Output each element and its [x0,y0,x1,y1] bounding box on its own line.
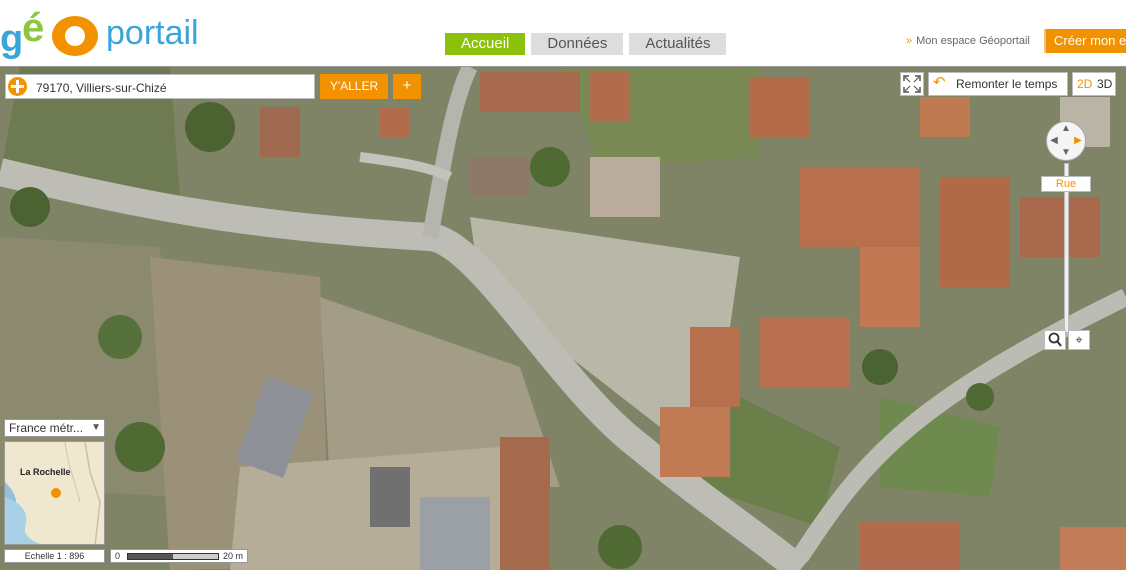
search-input[interactable] [34,77,308,98]
scale-bar-graphic [127,553,219,560]
tab-accueil[interactable]: Accueil [445,33,526,55]
remonter-temps-button[interactable]: ↶ Remonter le temps [928,72,1068,96]
expand-icon [903,75,921,93]
overview-city-label: La Rochelle [20,467,71,477]
scale-distance: 20 m [223,551,244,561]
territory-select[interactable]: France métr... ▼ [4,419,105,437]
overview-map[interactable]: La Rochelle [4,441,105,545]
search-box [5,74,315,99]
main-nav: Accueil Données Actualités [445,33,727,55]
undo-icon: ↶ [933,74,946,91]
geoportail-logo[interactable]: g é portail [0,4,220,60]
aerial-imagery [0,67,1126,570]
chevron-down-icon: ▼ [91,422,101,433]
view-2d-button[interactable]: 2D [1077,73,1092,95]
view-3d-button[interactable]: 3D [1097,73,1112,95]
mon-espace-label: Mon espace Géoportail [916,35,1030,47]
yaller-button[interactable]: Y'ALLER [320,74,388,99]
center-button[interactable]: ⌖ [1068,330,1090,350]
logo-part: portail [106,14,199,52]
chevron-right-icon: » [906,35,913,47]
magnifier-icon [1048,332,1062,347]
mon-espace-link[interactable]: » Mon espace Géoportail [906,35,1030,47]
remonter-label: Remonter le temps [956,77,1058,91]
scale-bar-segment [173,554,218,559]
more-search-button[interactable]: + [393,74,421,99]
creer-espace-button[interactable]: Créer mon espace [1044,29,1126,53]
view-toggle: 2D 3D [1072,72,1116,96]
tab-donnees[interactable]: Données [531,33,624,55]
pan-up-icon[interactable]: ▲ [1060,123,1072,135]
header: g é portail Accueil Données Actualités »… [0,0,1126,66]
locate-icon[interactable] [8,77,27,96]
scale-bar: 0 20 m [110,549,248,563]
zoom-level-label: Rue [1041,176,1091,192]
tab-actualites[interactable]: Actualités [629,33,727,55]
logo-part [52,16,98,56]
logo-part: g [0,18,23,60]
pan-left-icon[interactable]: ◀ [1048,135,1060,147]
pan-control[interactable]: ▲ ▼ ◀ ▶ [1046,121,1086,161]
logo-part: é [22,6,45,50]
scale-zero: 0 [115,551,121,561]
pan-right-icon[interactable]: ▶ [1072,135,1084,147]
location-marker-icon [51,488,61,498]
map-view[interactable]: Y'ALLER + ↶ Remonter le temps 2D 3D ▲ ▼ … [0,67,1126,570]
crosshair-icon: ⌖ [1075,332,1083,347]
fullscreen-button[interactable] [900,72,924,96]
pan-down-icon[interactable]: ▼ [1060,147,1072,159]
zoom-box-button[interactable] [1044,330,1066,350]
territory-label: France métr... [9,421,84,435]
scale-ratio: Echelle 1 : 896 [4,549,105,563]
